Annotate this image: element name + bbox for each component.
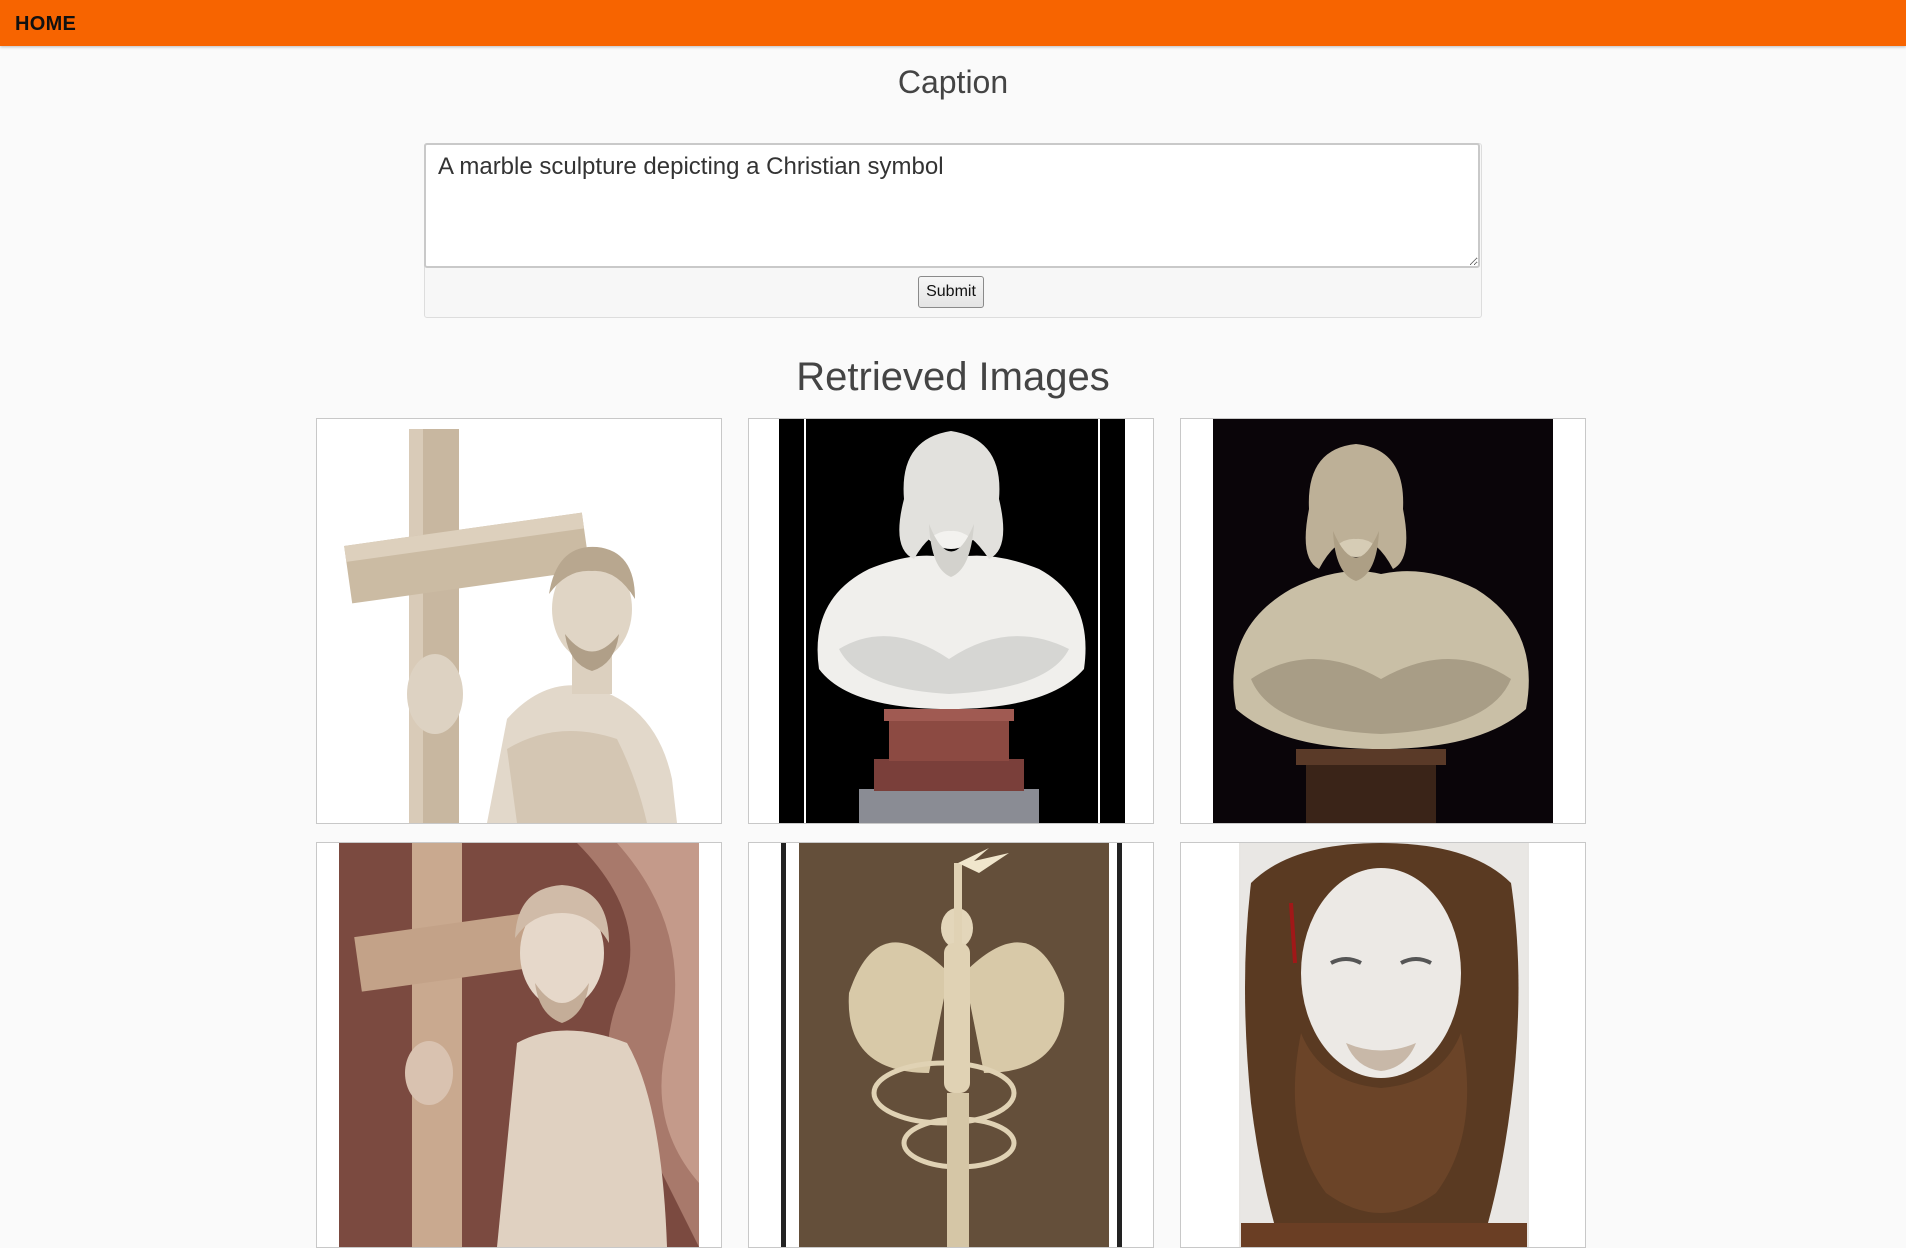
caption-input[interactable] (424, 143, 1480, 268)
result-image-2[interactable] (748, 418, 1154, 824)
result-image-3[interactable] (1180, 418, 1586, 824)
submit-button[interactable]: Submit (918, 276, 984, 308)
result-image-5[interactable] (748, 842, 1154, 1248)
top-navbar: HOME (0, 0, 1906, 46)
result-image-6[interactable] (1180, 842, 1586, 1248)
result-image-4[interactable] (316, 842, 722, 1248)
caption-heading: Caption (897, 64, 1009, 100)
result-image-1[interactable] (316, 418, 722, 824)
retrieved-images-heading: Retrieved Images (796, 355, 1110, 399)
nav-home-link[interactable]: HOME (15, 13, 76, 36)
